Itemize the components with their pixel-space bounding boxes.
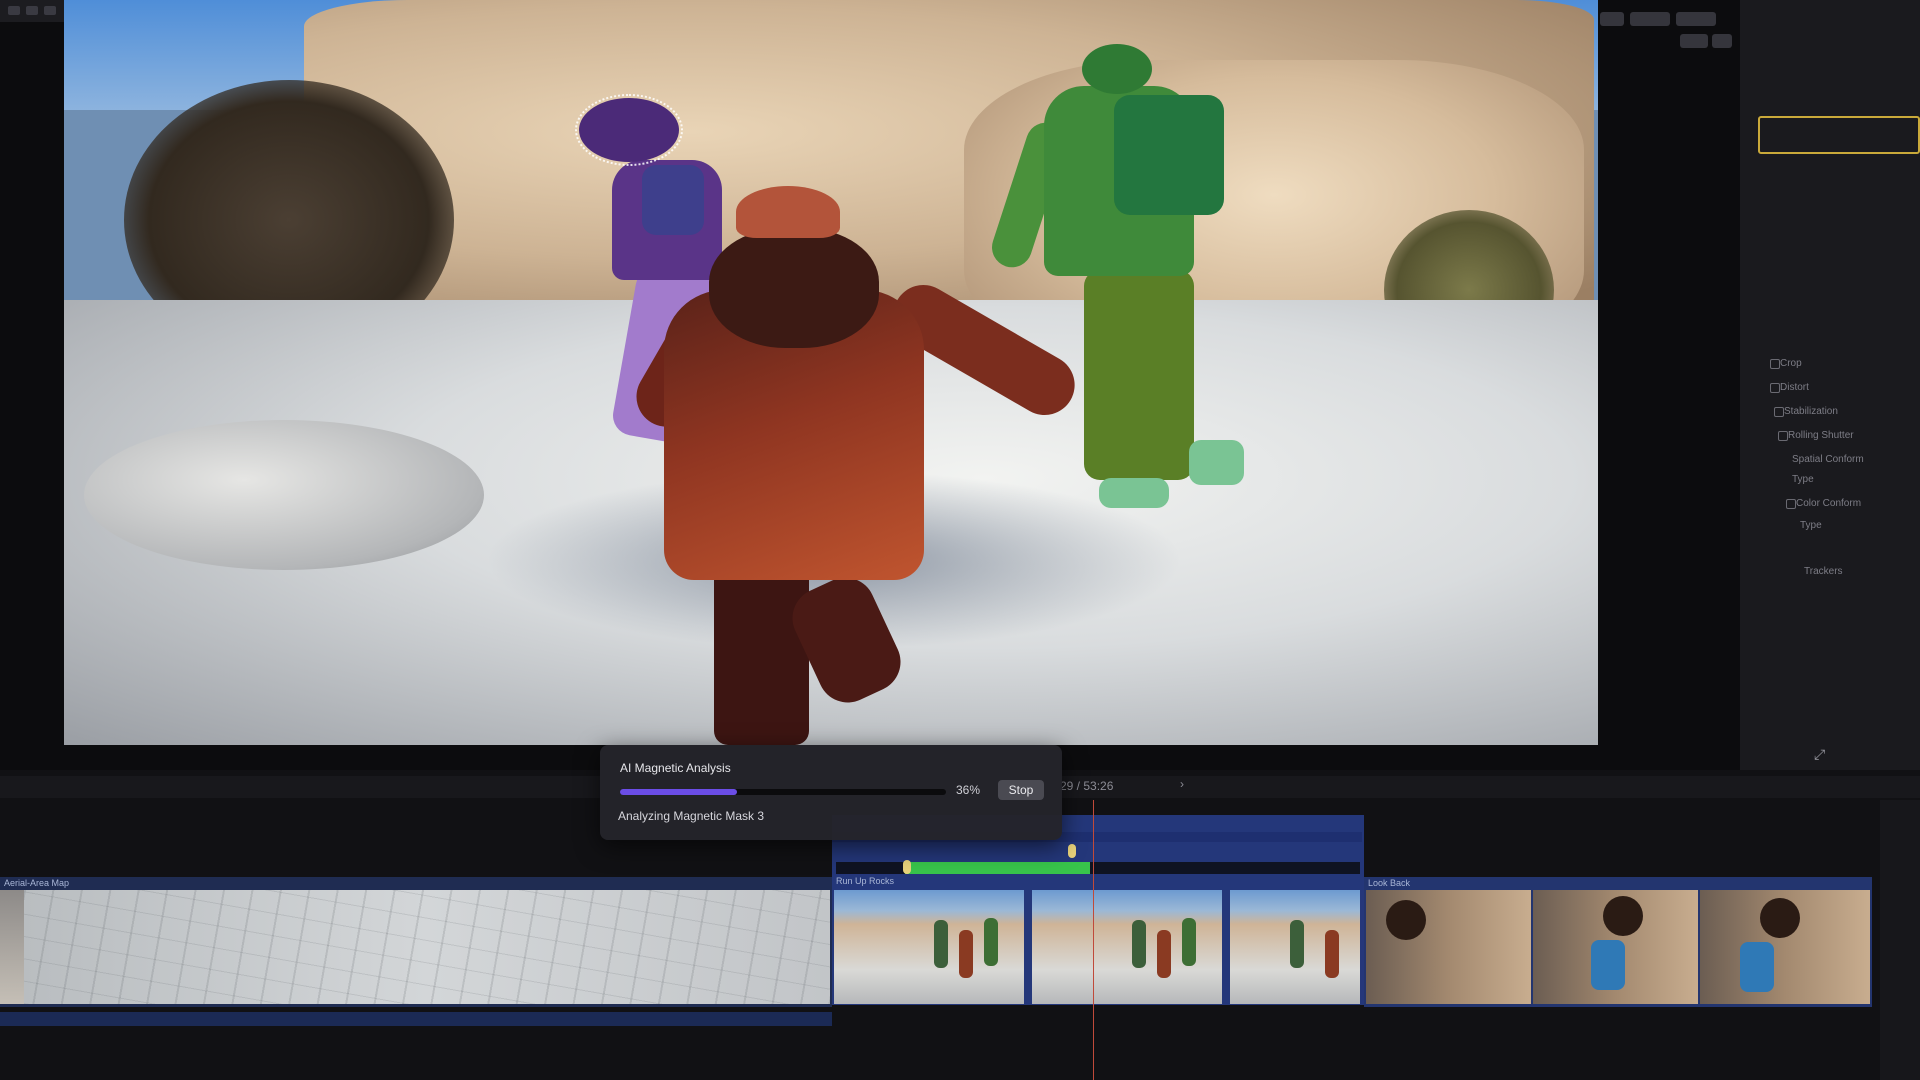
checkbox[interactable] [1770,383,1780,393]
inspector-label: Spatial Conform [1792,454,1864,465]
keyframe-handle[interactable] [903,860,911,874]
checkbox[interactable] [1774,407,1784,417]
clip-thumbnail-look [1700,890,1870,1004]
fullscreen-icon[interactable]: ⤢ [1814,746,1832,764]
beanie [736,186,840,238]
progress-percent: 36% [956,783,981,797]
clip-title: Run Up Rocks [836,876,895,886]
clip-title: Aerial-Area Map [4,878,70,888]
video-viewer[interactable] [64,0,1598,745]
progress-status: Analyzing Magnetic Mask 3 [618,809,765,823]
toolbar-button[interactable] [26,6,38,15]
backpack [1591,940,1625,990]
inspector-label: Crop [1780,358,1802,369]
inspector-row-type[interactable]: Type [1752,472,1920,488]
person [959,930,973,978]
selected-inspector-row[interactable] [1758,116,1920,154]
checkbox[interactable] [1778,431,1788,441]
inspector-heading-spatial-conform: Spatial Conform [1752,452,1920,468]
checkbox[interactable] [1786,499,1796,509]
magnetic-mask-selection[interactable] [575,94,683,166]
masked-person-red-legs [714,565,809,745]
analysis-progress-popover: AI Magnetic Analysis 36% Stop Analyzing … [600,745,1062,840]
clip-thumbnail-look [1366,890,1531,1004]
toolbar-button[interactable] [8,6,20,15]
inspector-label: Type [1792,474,1814,485]
inspector-row-distort[interactable]: Distort [1740,380,1920,396]
inspector-label: Color Conform [1796,498,1862,509]
inspector-row-crop[interactable]: Crop [1740,356,1920,372]
head [1386,900,1426,940]
clip-thumbnail-map [24,890,830,1004]
head [1760,898,1800,938]
timecode-display: 29 / 53:26 [1060,779,1114,793]
person [1290,920,1304,968]
clip-thumbnail-run [834,890,1024,1004]
clip-thumbnail-run [1032,890,1222,1004]
backpack [642,165,704,235]
person [1157,930,1171,978]
backpack [1740,942,1774,992]
person [1182,918,1196,966]
clip-thumbnail-run [1230,890,1360,1004]
progress-bar [620,789,946,795]
keyframe-handle[interactable] [1068,844,1076,858]
effects-browser [1880,800,1920,1080]
head [1082,44,1152,94]
popover-title: AI Magnetic Analysis [620,761,731,775]
inspector-row-color-conform[interactable]: Color Conform [1756,496,1920,512]
masked-person-green-legs [1084,270,1194,480]
inspector-label: Distort [1780,382,1809,393]
clip-thumbnail-look [1533,890,1698,1004]
inspector-label: Stabilization [1784,406,1838,417]
stop-button[interactable]: Stop [998,780,1044,800]
checkbox[interactable] [1770,359,1780,369]
viewer-button[interactable] [1600,12,1624,26]
shoe [1099,478,1169,508]
inspector-label: Rolling Shutter [1788,430,1854,441]
person [984,918,998,966]
viewer-button[interactable] [1630,12,1670,26]
backpack [1114,95,1224,215]
person [1325,930,1339,978]
connected-track[interactable] [0,1012,832,1026]
viewer-button[interactable] [1680,34,1708,48]
boulder [84,420,484,570]
clip-thumbnail [0,890,24,1004]
inspector-label: Trackers [1804,566,1843,577]
person [934,920,948,968]
toolbar-button[interactable] [44,6,56,15]
inspector-heading-trackers: Trackers [1764,564,1920,580]
analysis-progress-range[interactable] [905,862,1090,874]
person [1132,920,1146,968]
viewer-controls [1600,12,1740,48]
head [1603,896,1643,936]
play-icon[interactable]: › [1180,777,1184,791]
playhead[interactable] [1093,800,1094,1080]
inspector-row-type[interactable]: Type [1760,518,1920,534]
progress-bar-fill [620,789,738,795]
hair [709,228,879,348]
inspector-row-stabilization[interactable]: Stabilization [1744,404,1920,420]
clip-title: Look Back [1368,878,1411,888]
shoe [1189,440,1244,485]
inspector-row-rolling-shutter[interactable]: Rolling Shutter [1748,428,1920,444]
viewer-button[interactable] [1676,12,1716,26]
viewer-button[interactable] [1712,34,1732,48]
inspector-label: Type [1800,520,1822,531]
